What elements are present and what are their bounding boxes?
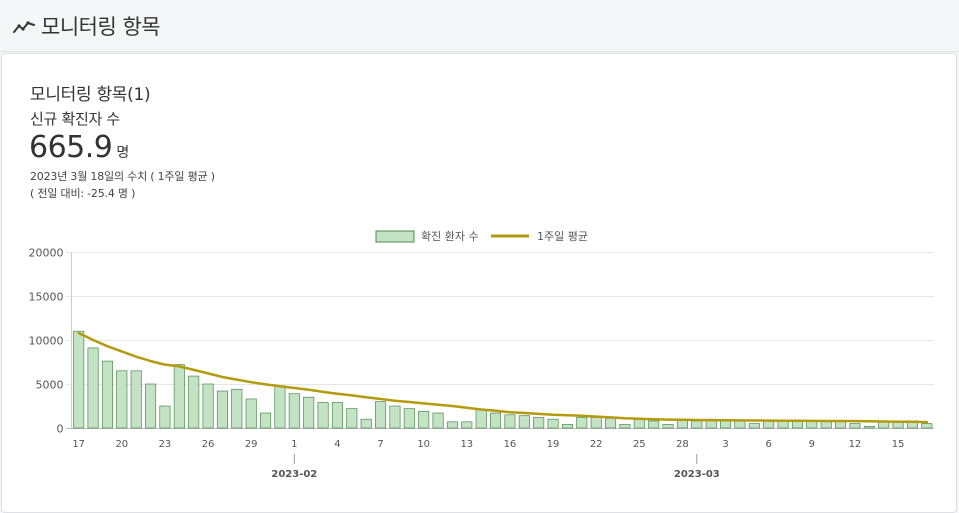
bar: [590, 417, 602, 429]
bar: [777, 420, 789, 429]
bar: [605, 417, 617, 429]
y-tick-label: 20000: [29, 247, 64, 260]
bar: [734, 420, 746, 429]
bar: [173, 364, 185, 429]
bar: [576, 417, 588, 429]
x-tick-label: 1: [291, 439, 297, 450]
month-label: 2023-02: [271, 469, 317, 480]
bar: [849, 423, 861, 429]
bar: [533, 417, 545, 429]
bar: [389, 405, 401, 429]
bar: [145, 383, 157, 429]
bar: [202, 383, 214, 429]
bar: [288, 393, 300, 429]
bar: [331, 402, 343, 429]
x-tick-label: 16: [504, 439, 517, 450]
bar: [303, 396, 315, 429]
bar: [490, 412, 502, 429]
bar: [375, 401, 387, 429]
x-tick-label: 10: [417, 439, 430, 450]
bar: [360, 418, 372, 429]
bar: [101, 360, 113, 429]
bar: [73, 330, 85, 429]
x-tick-label: 15: [892, 439, 905, 450]
x-tick-label: 9: [809, 439, 815, 450]
bar: [619, 424, 631, 429]
x-tick-label: 13: [460, 439, 473, 450]
x-tick-label: 25: [633, 439, 646, 450]
bar: [116, 370, 128, 429]
y-tick-label: 15000: [29, 291, 64, 304]
x-tick-label: 3: [722, 439, 728, 450]
x-tick-label: 26: [202, 439, 215, 450]
legend-bar-label: 확진 환자 수: [421, 230, 479, 243]
bar: [921, 423, 933, 429]
x-tick-label: 22: [590, 439, 603, 450]
bar: [446, 421, 458, 429]
bar: [403, 408, 415, 429]
bar: [260, 412, 272, 429]
bar: [461, 421, 473, 429]
bar: [130, 370, 142, 429]
bar: [633, 418, 645, 429]
x-tick-label: 20: [115, 439, 128, 450]
y-tick-label: 0: [57, 423, 64, 436]
bar: [87, 347, 99, 429]
bar: [231, 388, 243, 429]
x-tick-label: 19: [547, 439, 560, 450]
bar: [274, 385, 286, 429]
bar: [691, 420, 703, 429]
y-tick-label: 10000: [29, 335, 64, 348]
x-tick-label: 28: [676, 439, 689, 450]
bar: [561, 424, 573, 429]
bar: [159, 405, 171, 429]
bar: [547, 418, 559, 429]
bar: [863, 425, 875, 429]
x-tick-label: 12: [849, 439, 862, 450]
x-tick-label: 6: [766, 439, 772, 450]
bar: [763, 420, 775, 429]
bar: [662, 424, 674, 429]
bar: [418, 410, 430, 429]
y-tick-label: 5000: [36, 379, 64, 392]
bar: [748, 423, 760, 429]
bar: [648, 420, 660, 429]
bar: [216, 390, 228, 429]
bar: [504, 414, 516, 429]
x-tick-label: 4: [334, 439, 340, 450]
legend-line-label: 1주일 평균: [537, 229, 588, 243]
x-tick-label: 29: [245, 439, 258, 450]
bar: [188, 375, 200, 429]
bar: [475, 409, 487, 429]
bar: [346, 408, 358, 429]
x-tick-label: 17: [72, 439, 85, 450]
bar: [245, 398, 257, 429]
x-tick-label: 23: [159, 439, 172, 450]
bar: [317, 402, 329, 429]
legend-bar-swatch: [375, 230, 415, 243]
month-label: 2023-03: [674, 469, 720, 480]
x-tick-label: 7: [377, 439, 383, 450]
bar: [432, 412, 444, 429]
cases-chart: 0 5000 10000 15000 20000 17 20 23 26 29 1 4 7 10 13 16 1…: [29, 229, 934, 480]
bar: [518, 415, 530, 429]
